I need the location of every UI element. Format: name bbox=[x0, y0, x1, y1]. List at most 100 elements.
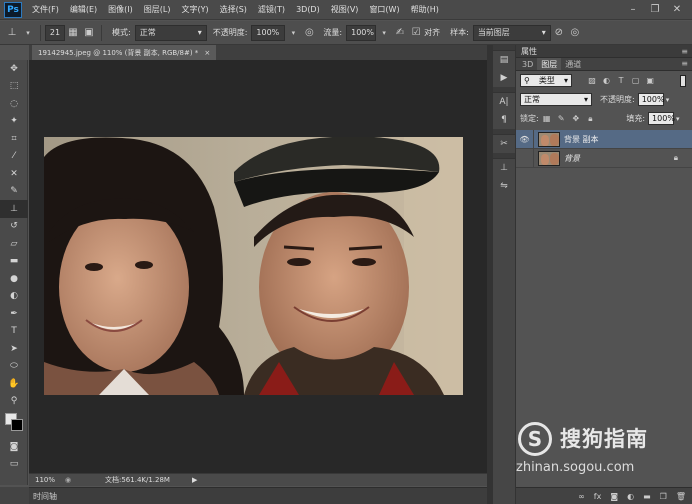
menu-type[interactable]: 文字(Y) bbox=[181, 4, 208, 15]
chevron-down-icon[interactable]: ▾ bbox=[676, 115, 680, 123]
trash-icon[interactable]: 🗑︎ bbox=[676, 492, 686, 501]
close-window-button[interactable]: ✕ bbox=[670, 2, 684, 16]
properties-panel-header[interactable]: 属性 ≡ bbox=[516, 45, 692, 58]
sample-select[interactable]: 当前图层 ▾ bbox=[472, 24, 551, 41]
paragraph-icon[interactable]: ¶ bbox=[493, 111, 515, 129]
tools-preset-icon[interactable]: ✂ bbox=[493, 135, 515, 153]
document-image[interactable] bbox=[44, 137, 463, 395]
opacity-input[interactable]: 100% bbox=[251, 24, 286, 41]
visibility-toggle[interactable] bbox=[516, 148, 534, 168]
fill-input[interactable]: 100% bbox=[648, 112, 675, 125]
new-layer-icon[interactable]: ❐ bbox=[660, 492, 667, 501]
fx-icon[interactable]: fx bbox=[594, 492, 602, 501]
magic-wand-icon[interactable]: ✦ bbox=[0, 113, 28, 131]
background-color-swatch[interactable] bbox=[11, 419, 23, 431]
toggle-brush-panel-icon[interactable]: ▦ bbox=[65, 25, 81, 41]
smart-filter-icon[interactable]: ▣ bbox=[644, 76, 656, 85]
chevron-down-icon[interactable]: ▾ bbox=[666, 96, 670, 104]
zoom-icon[interactable]: ⚲ bbox=[0, 393, 28, 411]
brush-presets-icon[interactable]: ⇋ bbox=[493, 177, 515, 195]
menu-filter[interactable]: 滤镜(T) bbox=[258, 4, 285, 15]
lock-pixels-icon[interactable]: ✎ bbox=[555, 114, 567, 123]
character-icon[interactable]: A| bbox=[493, 93, 515, 111]
mode-select[interactable]: 正常 ▾ bbox=[134, 24, 207, 41]
canvas-area[interactable] bbox=[29, 60, 487, 473]
tab-3d[interactable]: 3D bbox=[518, 58, 537, 70]
airbrush-icon[interactable]: ✍ bbox=[392, 25, 408, 41]
ignore-adjustment-icon[interactable]: ⊘ bbox=[551, 25, 567, 41]
quick-mask-icon[interactable]: ◙ bbox=[0, 438, 28, 456]
eye-icon[interactable]: 👁︎ bbox=[516, 129, 534, 149]
clone-source-icon[interactable]: ⊥ bbox=[493, 159, 515, 177]
chevron-down-icon[interactable]: ▾ bbox=[20, 25, 36, 41]
flow-input[interactable]: 100% bbox=[346, 24, 377, 41]
eraser-icon[interactable]: ▱ bbox=[0, 235, 28, 253]
tab-channels[interactable]: 通道 bbox=[561, 58, 585, 70]
lock-transparent-icon[interactable]: ▦ bbox=[541, 114, 553, 123]
lasso-icon[interactable]: ◌ bbox=[0, 95, 28, 113]
actions-icon[interactable]: ▶ bbox=[493, 69, 515, 87]
checkbox-checked-icon[interactable]: ☑ bbox=[408, 25, 424, 41]
pen-icon[interactable]: ✒ bbox=[0, 305, 28, 323]
clone-stamp-icon[interactable]: ⊥ bbox=[0, 200, 28, 218]
pixel-filter-icon[interactable]: ▨ bbox=[586, 76, 598, 85]
menu-file[interactable]: 文件(F) bbox=[32, 4, 59, 15]
adjustment-filter-icon[interactable]: ◐ bbox=[601, 76, 613, 85]
move-icon[interactable]: ✥ bbox=[0, 60, 28, 78]
history-brush-icon[interactable]: ↺ bbox=[0, 218, 28, 236]
type-icon[interactable]: T bbox=[0, 323, 28, 341]
menu-help[interactable]: 帮助(H) bbox=[411, 4, 439, 15]
menu-image[interactable]: 图像(I) bbox=[108, 4, 133, 15]
document-tab[interactable]: 19142945.jpeg @ 110% (背景 副本, RGB/8#) * × bbox=[32, 45, 217, 60]
status-menu-icon[interactable]: ◉ bbox=[65, 476, 77, 484]
restore-button[interactable]: ❐ bbox=[648, 2, 662, 16]
menu-layer[interactable]: 图层(L) bbox=[144, 4, 171, 15]
adjustment-icon[interactable]: ◐ bbox=[627, 492, 634, 501]
folder-icon[interactable]: ▬ bbox=[643, 492, 651, 501]
layer-row[interactable]: 👁︎ 背景 副本 bbox=[516, 129, 692, 149]
menu-window[interactable]: 窗口(W) bbox=[369, 4, 399, 15]
link-icon[interactable]: ∞ bbox=[578, 492, 585, 501]
blur-icon[interactable]: ● bbox=[0, 270, 28, 288]
clone-source-panel-icon[interactable]: ▣ bbox=[81, 25, 97, 41]
status-arrow-icon[interactable]: ▶ bbox=[192, 476, 197, 484]
screen-mode-icon[interactable]: ▭ bbox=[0, 456, 28, 474]
brush-size-picker[interactable]: 21 bbox=[45, 24, 65, 41]
healing-icon[interactable]: ✕ bbox=[0, 165, 28, 183]
panel-menu-icon[interactable]: ≡ bbox=[681, 59, 688, 68]
layer-row[interactable]: 背景 🔒︎ bbox=[516, 148, 692, 168]
marquee-icon[interactable]: ⬚ bbox=[0, 78, 28, 96]
gradient-icon[interactable]: ▬ bbox=[0, 253, 28, 271]
zoom-level[interactable]: 110% bbox=[29, 476, 65, 484]
tab-layers[interactable]: 图层 bbox=[537, 58, 562, 70]
filter-kind-select[interactable]: ⚲ 类型 ▾ bbox=[520, 74, 572, 87]
minimize-button[interactable]: – bbox=[626, 2, 640, 16]
layer-opacity-input[interactable]: 100% bbox=[637, 93, 665, 106]
menu-3d[interactable]: 3D(D) bbox=[296, 5, 320, 14]
chevron-down-icon[interactable]: ▾ bbox=[376, 25, 392, 41]
clone-stamp-icon[interactable]: ⊥ bbox=[4, 25, 20, 41]
lock-position-icon[interactable]: ✥ bbox=[570, 114, 582, 123]
pressure-size-icon[interactable]: ◎ bbox=[567, 25, 583, 41]
close-tab-button[interactable]: × bbox=[204, 49, 210, 57]
lock-all-icon[interactable]: 🔒︎ bbox=[584, 114, 596, 124]
shape-icon[interactable]: ⬭ bbox=[0, 358, 28, 376]
timeline-label[interactable]: 时间轴 bbox=[33, 491, 57, 502]
dodge-icon[interactable]: ◐ bbox=[0, 288, 28, 306]
hand-icon[interactable]: ✋ bbox=[0, 375, 28, 393]
chevron-down-icon[interactable]: ▾ bbox=[285, 25, 301, 41]
menu-edit[interactable]: 编辑(E) bbox=[70, 4, 97, 15]
menu-view[interactable]: 视图(V) bbox=[331, 4, 359, 15]
color-swatches[interactable] bbox=[0, 410, 28, 438]
path-select-icon[interactable]: ➤ bbox=[0, 340, 28, 358]
blend-mode-select[interactable]: 正常 ▾ bbox=[520, 93, 592, 106]
brush-icon[interactable]: ✎ bbox=[0, 183, 28, 201]
crop-icon[interactable]: ⌗ bbox=[0, 130, 28, 148]
pressure-opacity-icon[interactable]: ◎ bbox=[301, 25, 317, 41]
type-filter-icon[interactable]: T bbox=[615, 76, 627, 85]
history-icon[interactable]: ▤ bbox=[493, 51, 515, 69]
eyedropper-icon[interactable]: ⁄ bbox=[0, 148, 28, 166]
mask-icon[interactable]: ◙ bbox=[610, 492, 618, 501]
shape-filter-icon[interactable]: ▢ bbox=[630, 76, 642, 85]
panel-menu-icon[interactable]: ≡ bbox=[681, 47, 688, 56]
